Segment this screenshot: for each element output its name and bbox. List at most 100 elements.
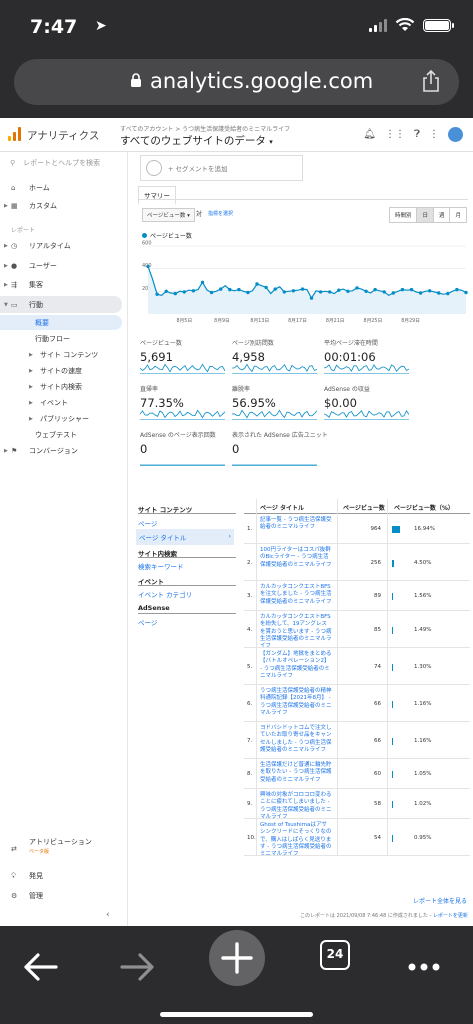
- link-page[interactable]: ページ: [138, 518, 157, 528]
- address-bar[interactable]: analytics.google.com: [14, 59, 459, 105]
- sidebar-search[interactable]: ⚲ レポートとヘルプを検索: [10, 158, 100, 168]
- table-row[interactable]: 2. 100円ライターはコスパ抜群のBicライター - うつ病生活保護受給者のミニ…: [244, 544, 470, 581]
- more-horiz-icon[interactable]: [396, 939, 452, 995]
- time-hourly-button[interactable]: 時間別: [388, 207, 418, 223]
- data-point[interactable]: [209, 290, 214, 295]
- notification-bell-icon[interactable]: 🔔︎: [363, 129, 376, 140]
- page-title-link[interactable]: 興味の対象がコロコロ変わることに疲れてしまいました - うつ病生活保護受給者のミ…: [260, 792, 332, 821]
- table-row[interactable]: 4. カルカッタコンクエストBFSを紛失して、19アングレスを貰おうと思います -…: [244, 611, 470, 649]
- data-point[interactable]: [464, 290, 468, 295]
- sidebar-item-custom[interactable]: ▶ ▦ カスタム: [0, 198, 122, 214]
- sidebar-item-site-speed[interactable]: ▶ サイトの速度: [0, 363, 122, 379]
- metric-tile[interactable]: 表示された AdSense 広告ユニット 0: [232, 430, 328, 468]
- sidebar-item-publisher[interactable]: ▶ パブリッシャー: [0, 411, 122, 427]
- data-point[interactable]: [309, 296, 314, 300]
- help-icon[interactable]: ❓︎: [414, 129, 420, 140]
- data-point[interactable]: [346, 289, 350, 293]
- back-arrow-icon[interactable]: [12, 939, 68, 995]
- page-title-link[interactable]: 生活保護だけど普通に輪先貯を取りたい - うつ病生活保護受給者のミニマルライフ: [260, 762, 332, 784]
- data-point[interactable]: [400, 287, 405, 292]
- data-point[interactable]: [437, 291, 441, 295]
- view-selector[interactable]: すべてのウェブサイトのデータ ▾: [120, 133, 273, 148]
- sidebar-item-home[interactable]: ⌂ ホーム: [0, 180, 122, 196]
- data-point[interactable]: [273, 287, 277, 291]
- tab-summary[interactable]: サマリー: [138, 186, 176, 205]
- data-point[interactable]: [173, 291, 177, 296]
- apps-grid-icon[interactable]: ⋮⋮: [385, 129, 405, 140]
- data-point[interactable]: [428, 289, 432, 293]
- data-point[interactable]: [328, 290, 332, 294]
- data-point[interactable]: [455, 287, 459, 292]
- sidebar-item-discover[interactable]: 💡︎ 発見: [0, 868, 122, 884]
- data-point[interactable]: [155, 292, 159, 296]
- avatar[interactable]: [448, 127, 463, 142]
- sidebar-item-attribution[interactable]: ⇄ アトリビューション ベータ版: [0, 836, 122, 862]
- data-point[interactable]: [228, 287, 232, 292]
- data-point[interactable]: [219, 287, 223, 291]
- page-title-link[interactable]: ヨドバシドットコムで注文していたお取り寄せ品をキャンセルしました - うつ病生活…: [260, 725, 332, 754]
- breadcrumb[interactable]: すべてのアカウント > うつ病生活保護受給者のミニマルライフ: [120, 124, 290, 133]
- sidebar-item-behavior-flow[interactable]: 行動フロー: [0, 331, 122, 347]
- analytics-logo-icon[interactable]: [8, 127, 21, 141]
- page-title-link[interactable]: うつ病生活保護受給者の精神科通院記録【2021年8月】 - うつ病生活保護受給者…: [260, 688, 332, 717]
- table-row[interactable]: 10. Ghost of Tsushimaはアサシンクリードにそっくりなので、購入…: [244, 819, 470, 858]
- time-week-button[interactable]: 週: [432, 207, 451, 223]
- data-point[interactable]: [300, 287, 305, 291]
- data-point[interactable]: [446, 291, 450, 296]
- data-point[interactable]: [364, 289, 368, 293]
- forward-arrow-icon[interactable]: [110, 939, 166, 995]
- data-point[interactable]: [146, 264, 150, 269]
- link-search-keyword[interactable]: 検索キーワード: [138, 561, 184, 571]
- data-point[interactable]: [409, 287, 414, 292]
- data-point[interactable]: [200, 280, 205, 284]
- sidebar-item-realtime[interactable]: ▶ ◷ リアルタイム: [0, 238, 122, 254]
- new-tab-button[interactable]: [209, 930, 265, 986]
- collapse-sidebar-icon[interactable]: ‹: [106, 910, 110, 920]
- col-pageviews[interactable]: ページビュー数: [343, 503, 385, 512]
- time-month-button[interactable]: 月: [449, 207, 467, 223]
- page-title-link[interactable]: カルカッタコンクエストBFSを注文しました - うつ病生活保護受給者のミニマルラ…: [260, 584, 332, 606]
- metric-tile[interactable]: 平均ページ滞在時間 00:01:06: [324, 338, 409, 376]
- page-title-link[interactable]: 100円ライターはコスパ抜群のBicライター - うつ病生活保護受給者のミニマル…: [260, 547, 332, 569]
- sidebar-item-acquisition[interactable]: ▶ ⇶ 集客: [0, 277, 122, 293]
- data-point[interactable]: [182, 290, 186, 294]
- full-report-link[interactable]: レポート全体を見る: [413, 896, 467, 905]
- sidebar-item-users[interactable]: ▶ ● ユーザー: [0, 258, 122, 274]
- data-point[interactable]: [373, 287, 377, 292]
- table-row[interactable]: 9. 興味の対象がコロコロ変わることに疲れてしまいました - うつ病生活保護受給者…: [244, 789, 470, 821]
- data-point[interactable]: [391, 291, 395, 295]
- segment-bar[interactable]: + セグメントを追加: [140, 155, 303, 181]
- refresh-report-link[interactable]: レポートを更新: [433, 913, 468, 919]
- data-point[interactable]: [246, 290, 250, 295]
- col-pageviews-pct[interactable]: ページビュー数（%）: [394, 503, 454, 512]
- sidebar-item-events[interactable]: ▶ イベント: [0, 395, 122, 411]
- pageviews-line-chart[interactable]: 2004006008月5日8月9日8月13日8月17日8月21日8月25日8月2…: [140, 240, 470, 324]
- data-point[interactable]: [164, 289, 168, 293]
- sidebar-item-site-search[interactable]: ▶ サイト内検索: [0, 379, 122, 395]
- data-point[interactable]: [291, 289, 296, 293]
- metric-tile[interactable]: AdSense の収益 $0.00: [324, 384, 409, 422]
- page-title-link[interactable]: 記事一覧 - うつ病生活保護受給者のミニマルライフ: [260, 517, 332, 532]
- col-page-title[interactable]: ページ タイトル: [260, 503, 304, 512]
- data-point[interactable]: [264, 285, 268, 290]
- select-metric-link[interactable]: 指標を選択: [208, 210, 233, 217]
- data-point[interactable]: [318, 290, 323, 294]
- data-point[interactable]: [337, 288, 341, 292]
- metric-tile[interactable]: 直帰率 77.35%: [140, 384, 225, 422]
- data-point[interactable]: [255, 282, 259, 286]
- table-row[interactable]: 3. カルカッタコンクエストBFSを注文しました - うつ病生活保護受給者のミニマ…: [244, 581, 470, 611]
- link-event-category[interactable]: イベント カテゴリ: [138, 589, 192, 599]
- data-point[interactable]: [191, 289, 196, 293]
- sidebar-item-overview[interactable]: 概要: [0, 315, 122, 330]
- metric-tile[interactable]: AdSense のページ表示回数 0: [140, 430, 225, 468]
- sidebar-item-behavior[interactable]: ▼ ▭ 行動: [0, 296, 122, 313]
- page-title-link[interactable]: Ghost of Tsushimaはアサシンクリードにそっくりなので、購入はしば…: [260, 822, 332, 858]
- link-adsense-page[interactable]: ページ: [138, 617, 157, 627]
- data-point[interactable]: [237, 287, 241, 292]
- data-point[interactable]: [355, 286, 359, 290]
- sidebar-item-admin[interactable]: ⚙ 管理: [0, 888, 122, 904]
- page-title-link[interactable]: 【ガンダム】地獄をまとめる【バトルオペレーション2】 - うつ病生活保護受給者の…: [260, 651, 332, 680]
- metric-tile[interactable]: ページビュー数 5,691: [140, 338, 225, 376]
- table-row[interactable]: 6. うつ病生活保護受給者の精神科通院記録【2021年8月】 - うつ病生活保護受…: [244, 685, 470, 722]
- table-row[interactable]: 7. ヨドバシドットコムで注文していたお取り寄せ品をキャンセルしました - うつ病…: [244, 722, 470, 759]
